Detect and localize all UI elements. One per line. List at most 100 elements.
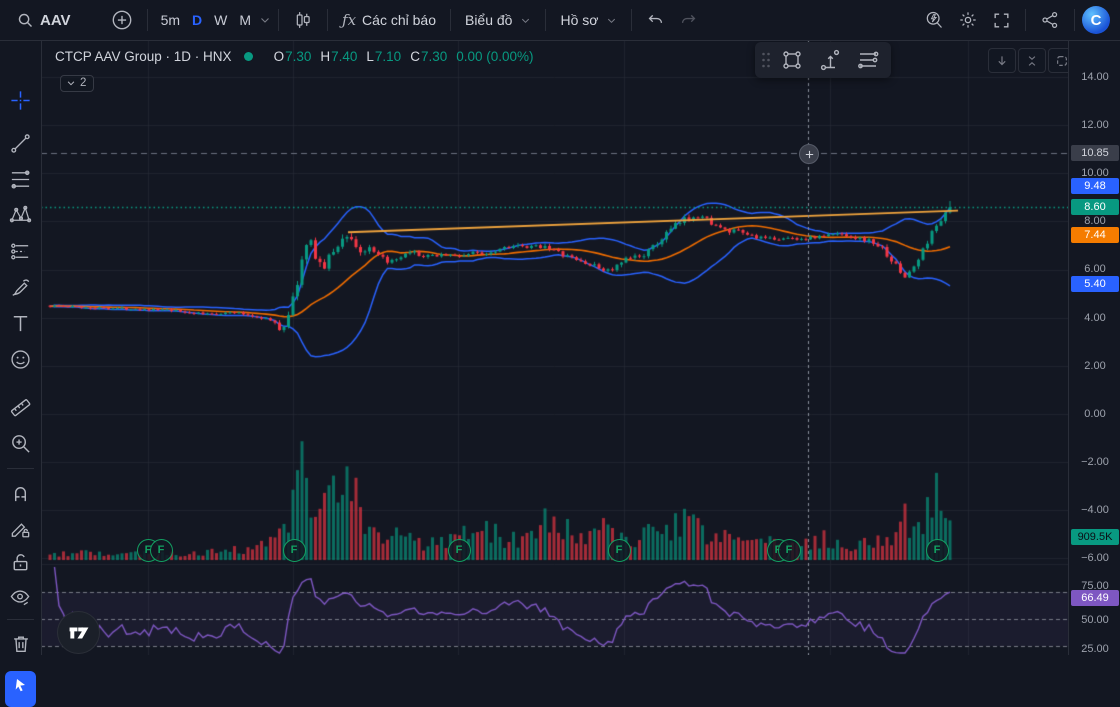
floating-drawing-toolbar [755,42,891,78]
magnet-mode-tool[interactable] [4,477,37,509]
sidebar-divider [7,468,34,469]
indicators-button[interactable]: ƒx Các chỉ báo [335,6,443,34]
timeframe-menu-chevron-icon[interactable] [259,14,271,26]
chart-layout-chevron-icon [520,15,531,26]
timeframe-1w[interactable]: W [208,6,233,34]
toolbar-separator [450,9,451,31]
axis-price-label: −4.00 [1069,504,1120,516]
axis-price-label: 25.00 [1069,643,1120,655]
ohlc-open-label: O [274,49,285,64]
legend-title: CTCP AAV Group · 1D · HNX [55,49,232,64]
collapsed-indicators-chip[interactable]: 2 [60,75,94,92]
axis-price-label: 14.00 [1069,71,1120,83]
axis-price-badge: 7.44 [1071,227,1119,243]
axis-price-label: 4.00 [1069,312,1120,324]
trend-line-tool[interactable] [4,127,37,159]
profile-chevron-icon [606,15,617,26]
parallel-lines-tool[interactable] [849,45,887,75]
chart-layout-menu[interactable]: Biểu đồ [458,6,538,34]
sidebar-divider [7,619,34,620]
fx-icon: ƒx [342,11,356,29]
anchored-rectangle-tool[interactable] [773,45,811,75]
financials-event-badge[interactable]: F [283,539,306,562]
text-tool[interactable] [4,307,37,339]
profile-label: Hồ sơ [560,12,598,28]
price-range-tool[interactable] [811,45,849,75]
remove-objects-tool[interactable] [4,628,37,660]
axis-price-label: 8.00 [1069,215,1120,227]
ohlc-low-value: 7.10 [375,49,401,64]
zoom-in-tool[interactable] [4,427,37,459]
timeframe-5m[interactable]: 5m [155,6,186,34]
hline-drawing-handle[interactable] [799,144,819,164]
change-value: 0.00 (0.00%) [456,49,533,64]
emoji-tool[interactable] [4,343,37,375]
collapse-pane-button[interactable] [1018,48,1046,73]
settings-gear-button[interactable] [951,6,985,34]
object-tree-blue-button[interactable] [5,671,36,707]
drawing-mode-tool[interactable] [4,512,37,544]
ohlc-close-label: C [410,49,420,64]
user-avatar[interactable]: C [1082,6,1110,34]
financials-event-badge[interactable]: F [150,539,173,562]
redo-button[interactable] [672,6,705,34]
ohlc-open-value: 7.30 [285,49,311,64]
quick-search-button[interactable] [917,6,951,34]
ohlc-low-label: L [366,49,374,64]
toolbar-separator [545,9,546,31]
tradingview-app: AAV 5m D W M ƒx Các chỉ báo Biểu đồ [0,0,1120,655]
crosshair-tool[interactable] [4,84,37,116]
axis-price-label: 6.00 [1069,263,1120,275]
axis-price-badge: 5.40 [1071,276,1119,292]
financials-event-badge[interactable]: F [608,539,631,562]
financials-event-badge[interactable]: F [448,539,471,562]
market-status-dot-icon [244,52,253,61]
hide-drawings-tool[interactable] [4,581,37,613]
toolbar-separator [631,9,632,31]
toolbar-separator [327,9,328,31]
toolbar-separator [1074,9,1075,31]
timeframe-1m[interactable]: M [233,6,257,34]
ohlc-high-value: 7.40 [331,49,357,64]
projection-tool[interactable] [4,235,37,267]
measure-tool[interactable] [4,391,37,423]
collapsed-indicators-count: 2 [80,77,86,89]
xabcd-pattern-tool[interactable] [4,199,37,231]
chart-style-button[interactable] [286,6,320,34]
fullscreen-button[interactable] [985,6,1018,34]
price-chart-canvas[interactable] [41,41,1068,655]
symbol-search-button[interactable]: AAV [10,6,78,34]
top-toolbar: AAV 5m D W M ƒx Các chỉ báo Biểu đồ [0,0,1120,41]
share-button[interactable] [1033,6,1067,34]
symbol-label: AAV [40,12,71,29]
chevron-down-icon [66,78,76,88]
fib-retracement-tool[interactable] [4,163,37,195]
toolbar-separator [1025,9,1026,31]
compare-add-button[interactable] [104,6,140,34]
axis-price-label: −6.00 [1069,552,1120,564]
undo-button[interactable] [639,6,672,34]
ohlc-close-value: 7.30 [421,49,447,64]
axis-price-badge: 10.85 [1071,145,1119,161]
tradingview-logo[interactable] [57,611,100,654]
profile-menu[interactable]: Hồ sơ [553,6,624,34]
toolbar-separator [147,9,148,31]
drag-handle-icon[interactable] [759,49,773,71]
chart-layout-label: Biểu đồ [465,12,512,28]
timeframe-1d[interactable]: D [186,6,208,34]
go-to-realtime-button[interactable] [988,48,1016,73]
financials-event-badge[interactable]: F [926,539,949,562]
axis-price-label: 2.00 [1069,360,1120,372]
price-axis[interactable]: 14.0012.0010.008.006.004.002.000.00−2.00… [1068,41,1120,655]
brush-tool[interactable] [4,271,37,303]
plus-circle-icon [111,9,133,31]
lock-drawings-tool[interactable] [4,546,37,578]
symbol-legend[interactable]: CTCP AAV Group · 1D · HNX O7.30 H7.40 L7… [55,49,534,64]
financials-event-badge[interactable]: F [778,539,801,562]
axis-price-label: −2.00 [1069,456,1120,468]
ohlc-high-label: H [320,49,330,64]
drawing-sidebar [0,41,42,655]
axis-price-badge: 909.5K [1071,529,1119,545]
toolbar-separator [278,9,279,31]
indicators-label: Các chỉ báo [362,12,436,28]
